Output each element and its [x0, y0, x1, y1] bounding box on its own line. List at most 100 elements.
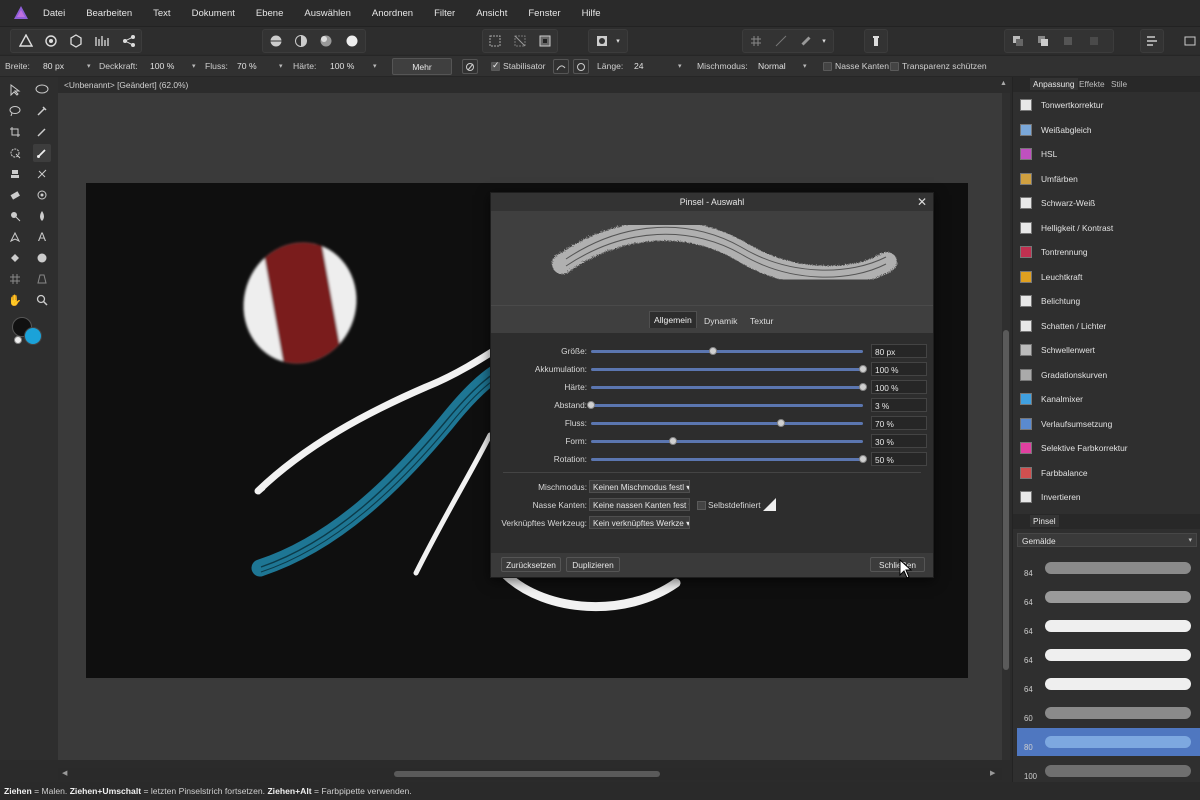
- develop-persona-icon[interactable]: [66, 31, 86, 51]
- select-rect-icon[interactable]: [485, 31, 505, 51]
- param-slider-track[interactable]: [591, 458, 863, 461]
- adjustment-item[interactable]: Schatten / Lichter: [1017, 314, 1200, 338]
- horizontal-scroll-thumb[interactable]: [394, 771, 660, 777]
- vertical-scrollbar[interactable]: [1002, 93, 1010, 760]
- adjustment-item[interactable]: Tontrennung: [1017, 240, 1200, 264]
- param-value-field[interactable]: 50 %: [871, 452, 927, 466]
- dialog-titlebar[interactable]: Pinsel - Auswahl ✕: [491, 193, 933, 211]
- menu-text[interactable]: Text: [150, 8, 173, 19]
- scroll-right-icon[interactable]: ▶: [990, 769, 995, 777]
- view-sphere-icon[interactable]: [266, 31, 286, 51]
- shape-icon[interactable]: [33, 249, 51, 267]
- param-slider-thumb[interactable]: [709, 347, 718, 355]
- mischmodus-value[interactable]: Normal: [758, 61, 786, 71]
- perspective-icon[interactable]: [33, 270, 51, 288]
- param-slider-track[interactable]: [591, 350, 863, 353]
- brush-preset[interactable]: 80: [1017, 728, 1200, 756]
- adjustment-item[interactable]: Gradationskurven: [1017, 363, 1200, 387]
- brush-preset[interactable]: 60: [1017, 699, 1200, 727]
- crop-icon[interactable]: [6, 123, 24, 141]
- chevron-down-icon[interactable]: ▾: [192, 62, 196, 70]
- chevron-down-icon[interactable]: ▾: [87, 62, 91, 70]
- liquify-persona-icon[interactable]: [41, 31, 61, 51]
- tone-mapping-persona-icon[interactable]: [93, 31, 113, 51]
- brush-category-select[interactable]: Gemälde ▾: [1017, 533, 1197, 547]
- menu-ansicht[interactable]: Ansicht: [473, 8, 510, 19]
- view-solid-icon[interactable]: [342, 31, 362, 51]
- menu-hilfe[interactable]: Hilfe: [579, 8, 604, 19]
- adjustment-item[interactable]: Farbbalance: [1017, 461, 1200, 485]
- menu-ebene[interactable]: Ebene: [253, 8, 286, 19]
- transform-icon[interactable]: [1180, 31, 1200, 51]
- menu-filter[interactable]: Filter: [431, 8, 458, 19]
- chevron-down-icon[interactable]: ▾: [678, 62, 682, 70]
- eraser-icon[interactable]: [6, 186, 24, 204]
- haerte-value[interactable]: 100 %: [330, 61, 354, 71]
- freehand-select-icon[interactable]: [33, 81, 51, 99]
- param-slider-thumb[interactable]: [777, 419, 786, 427]
- adjustment-item[interactable]: Verlaufsumsetzung: [1017, 412, 1200, 436]
- zoom-icon[interactable]: [33, 291, 51, 309]
- brush-preset[interactable]: 64: [1017, 612, 1200, 640]
- adjustment-item[interactable]: Selektive Farbkorrektur: [1017, 436, 1200, 460]
- duplicate-button[interactable]: Duplizieren: [566, 557, 620, 572]
- deselect-icon[interactable]: [510, 31, 530, 51]
- eyedropper-icon[interactable]: [33, 123, 51, 141]
- brush-preset[interactable]: 64: [1017, 583, 1200, 611]
- selection-brush-icon[interactable]: [6, 144, 24, 162]
- selbstdefiniert-checkbox[interactable]: [697, 501, 706, 510]
- photo-persona-icon[interactable]: [16, 31, 36, 51]
- tab-anpassung[interactable]: Anpassung: [1030, 78, 1078, 90]
- invert-selection-icon[interactable]: [535, 31, 555, 51]
- tab-textur[interactable]: Textur: [746, 313, 777, 329]
- nasse-kanten-select[interactable]: Keine nassen Kanten fest ▾: [589, 498, 690, 511]
- pen-icon[interactable]: [6, 228, 24, 246]
- param-slider-thumb[interactable]: [859, 383, 867, 391]
- transparenz-checkbox[interactable]: [890, 62, 899, 71]
- param-value-field[interactable]: 100 %: [871, 362, 927, 376]
- adjustment-item[interactable]: Weißabgleich: [1017, 118, 1200, 142]
- param-value-field[interactable]: 70 %: [871, 416, 927, 430]
- nasse-kanten-checkbox[interactable]: [823, 62, 832, 71]
- adjustment-item[interactable]: Schwarz-Weiß: [1017, 191, 1200, 215]
- adjustment-item[interactable]: Leuchtkraft: [1017, 265, 1200, 289]
- tab-stile[interactable]: Stile: [1111, 79, 1127, 89]
- adjustment-item[interactable]: Belichtung: [1017, 289, 1200, 313]
- menu-auswaehlen[interactable]: Auswählen: [301, 8, 353, 19]
- stabilisator-checkbox[interactable]: ✓: [491, 60, 500, 71]
- close-button[interactable]: Schließen: [870, 557, 925, 572]
- view-half-icon[interactable]: [291, 31, 311, 51]
- param-value-field[interactable]: 30 %: [871, 434, 927, 448]
- arrange-backward-icon[interactable]: [1033, 31, 1053, 51]
- chevron-down-icon[interactable]: ▾: [279, 62, 283, 70]
- adjustment-item[interactable]: Tonwertkorrektur: [1017, 93, 1200, 117]
- werkzeug-select[interactable]: Kein verknüpftes Werkze ▾: [589, 516, 690, 529]
- adjustment-item[interactable]: Schwellenwert: [1017, 338, 1200, 362]
- adjustment-item[interactable]: HSL: [1017, 142, 1200, 166]
- laenge-value[interactable]: 24: [634, 61, 644, 71]
- tab-pinsel[interactable]: Pinsel: [1030, 515, 1059, 527]
- brush-preset[interactable]: 84: [1017, 554, 1200, 582]
- adjustment-item[interactable]: Helligkeit / Kontrast: [1017, 216, 1200, 240]
- healing-brush-icon[interactable]: [33, 165, 51, 183]
- text-tool-icon[interactable]: A: [33, 228, 51, 246]
- rope-mode-icon[interactable]: [553, 59, 569, 74]
- assistant-icon[interactable]: [866, 31, 886, 51]
- magnet-icon[interactable]: [796, 31, 816, 51]
- param-slider-thumb[interactable]: [587, 401, 595, 409]
- menu-anordnen[interactable]: Anordnen: [369, 8, 416, 19]
- deckkraft-value[interactable]: 100 %: [150, 61, 174, 71]
- adjustment-item[interactable]: Invertieren: [1017, 485, 1200, 509]
- param-slider-track[interactable]: [591, 404, 863, 407]
- wet-edges-curve-icon[interactable]: [763, 498, 776, 511]
- view-gradient-icon[interactable]: [316, 31, 336, 51]
- brush-settings-icon[interactable]: [462, 59, 478, 74]
- scroll-left-icon[interactable]: ◀: [62, 769, 67, 777]
- close-icon[interactable]: ✕: [917, 195, 927, 209]
- hand-icon[interactable]: ✋: [6, 291, 24, 309]
- snapping-off-icon[interactable]: [771, 31, 791, 51]
- chevron-down-icon[interactable]: ▾: [803, 62, 807, 70]
- brush-preset[interactable]: 64: [1017, 670, 1200, 698]
- param-value-field[interactable]: 80 px: [871, 344, 927, 358]
- param-slider-thumb[interactable]: [668, 437, 677, 445]
